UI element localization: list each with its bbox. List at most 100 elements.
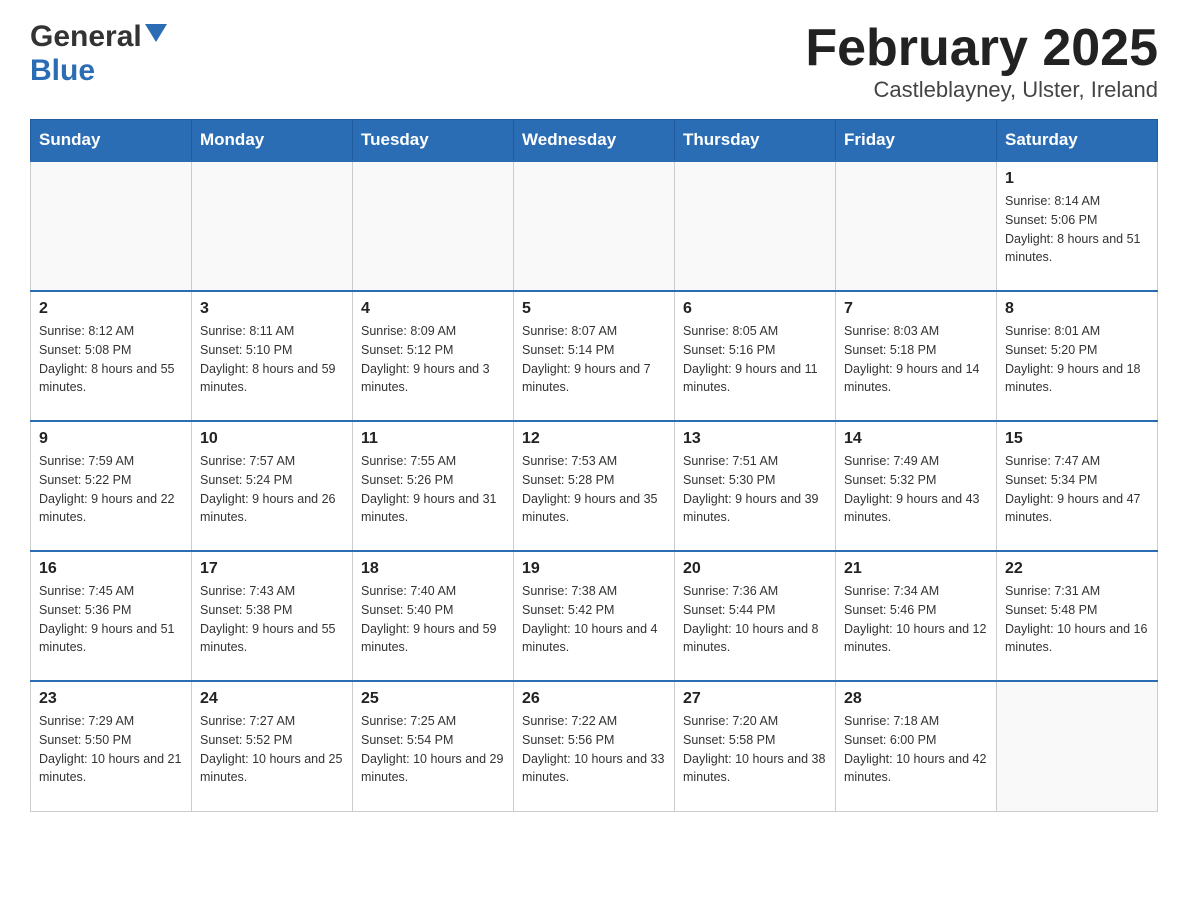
table-row: 28 Sunrise: 7:18 AM Sunset: 6:00 PM Dayli… <box>836 681 997 811</box>
calendar-title-block: February 2025 Castleblayney, Ulster, Ire… <box>805 20 1158 103</box>
logo: General Blue <box>30 20 167 88</box>
day-info: Sunrise: 7:18 AM Sunset: 6:00 PM Dayligh… <box>844 712 988 787</box>
calendar-subtitle: Castleblayney, Ulster, Ireland <box>805 77 1158 103</box>
table-row: 24 Sunrise: 7:27 AM Sunset: 5:52 PM Dayli… <box>192 681 353 811</box>
col-tuesday: Tuesday <box>353 120 514 162</box>
table-row <box>675 161 836 291</box>
day-number: 5 <box>522 300 666 318</box>
table-row: 3 Sunrise: 8:11 AM Sunset: 5:10 PM Daylig… <box>192 291 353 421</box>
table-row: 22 Sunrise: 7:31 AM Sunset: 5:48 PM Dayli… <box>997 551 1158 681</box>
table-row: 21 Sunrise: 7:34 AM Sunset: 5:46 PM Dayli… <box>836 551 997 681</box>
day-info: Sunrise: 7:51 AM Sunset: 5:30 PM Dayligh… <box>683 452 827 527</box>
day-number: 28 <box>844 690 988 708</box>
table-row: 9Sunrise: 7:59 AM Sunset: 5:22 PM Daylig… <box>31 421 192 551</box>
day-number: 16 <box>39 560 183 578</box>
calendar-header-row: Sunday Monday Tuesday Wednesday Thursday… <box>31 120 1158 162</box>
day-info: Sunrise: 7:22 AM Sunset: 5:56 PM Dayligh… <box>522 712 666 787</box>
day-number: 17 <box>200 560 344 578</box>
col-wednesday: Wednesday <box>514 120 675 162</box>
day-info: Sunrise: 8:09 AM Sunset: 5:12 PM Dayligh… <box>361 322 505 397</box>
table-row <box>836 161 997 291</box>
day-number: 10 <box>200 430 344 448</box>
table-row <box>514 161 675 291</box>
day-number: 2 <box>39 300 183 318</box>
page-header: General Blue February 2025 Castleblayney… <box>30 20 1158 103</box>
table-row: 20 Sunrise: 7:36 AM Sunset: 5:44 PM Dayli… <box>675 551 836 681</box>
table-row: 1 Sunrise: 8:14 AM Sunset: 5:06 PM Daylig… <box>997 161 1158 291</box>
day-info: Sunrise: 7:29 AM Sunset: 5:50 PM Dayligh… <box>39 712 183 787</box>
day-info: Sunrise: 8:12 AM Sunset: 5:08 PM Dayligh… <box>39 322 183 397</box>
day-number: 12 <box>522 430 666 448</box>
day-number: 4 <box>361 300 505 318</box>
day-number: 11 <box>361 430 505 448</box>
table-row: 12 Sunrise: 7:53 AM Sunset: 5:28 PM Dayli… <box>514 421 675 551</box>
table-row: 8 Sunrise: 8:01 AM Sunset: 5:20 PM Daylig… <box>997 291 1158 421</box>
logo-arrow-icon <box>145 24 167 47</box>
table-row <box>192 161 353 291</box>
col-friday: Friday <box>836 120 997 162</box>
day-number: 19 <box>522 560 666 578</box>
table-row: 11 Sunrise: 7:55 AM Sunset: 5:26 PM Dayli… <box>353 421 514 551</box>
day-number: 18 <box>361 560 505 578</box>
table-row: 6Sunrise: 8:05 AM Sunset: 5:16 PM Daylig… <box>675 291 836 421</box>
day-number: 20 <box>683 560 827 578</box>
day-number: 25 <box>361 690 505 708</box>
day-info: Sunrise: 7:27 AM Sunset: 5:52 PM Dayligh… <box>200 712 344 787</box>
calendar-title: February 2025 <box>805 20 1158 77</box>
col-saturday: Saturday <box>997 120 1158 162</box>
day-info: Sunrise: 7:45 AM Sunset: 5:36 PM Dayligh… <box>39 582 183 657</box>
table-row: 25 Sunrise: 7:25 AM Sunset: 5:54 PM Dayli… <box>353 681 514 811</box>
logo-blue-text: Blue <box>30 54 95 88</box>
day-number: 3 <box>200 300 344 318</box>
day-number: 8 <box>1005 300 1149 318</box>
day-number: 23 <box>39 690 183 708</box>
table-row: 16 Sunrise: 7:45 AM Sunset: 5:36 PM Dayli… <box>31 551 192 681</box>
table-row: 26Sunrise: 7:22 AM Sunset: 5:56 PM Dayli… <box>514 681 675 811</box>
table-row <box>353 161 514 291</box>
day-info: Sunrise: 7:49 AM Sunset: 5:32 PM Dayligh… <box>844 452 988 527</box>
table-row: 7Sunrise: 8:03 AM Sunset: 5:18 PM Daylig… <box>836 291 997 421</box>
table-row: 15Sunrise: 7:47 AM Sunset: 5:34 PM Dayli… <box>997 421 1158 551</box>
day-info: Sunrise: 7:53 AM Sunset: 5:28 PM Dayligh… <box>522 452 666 527</box>
table-row: 2 Sunrise: 8:12 AM Sunset: 5:08 PM Daylig… <box>31 291 192 421</box>
table-row: 14 Sunrise: 7:49 AM Sunset: 5:32 PM Dayli… <box>836 421 997 551</box>
day-number: 22 <box>1005 560 1149 578</box>
table-row: 19 Sunrise: 7:38 AM Sunset: 5:42 PM Dayli… <box>514 551 675 681</box>
day-info: Sunrise: 8:11 AM Sunset: 5:10 PM Dayligh… <box>200 322 344 397</box>
day-number: 27 <box>683 690 827 708</box>
day-number: 6 <box>683 300 827 318</box>
day-info: Sunrise: 7:38 AM Sunset: 5:42 PM Dayligh… <box>522 582 666 657</box>
day-info: Sunrise: 7:43 AM Sunset: 5:38 PM Dayligh… <box>200 582 344 657</box>
calendar-week-row: 16 Sunrise: 7:45 AM Sunset: 5:36 PM Dayli… <box>31 551 1158 681</box>
day-number: 1 <box>1005 170 1149 188</box>
day-info: Sunrise: 7:34 AM Sunset: 5:46 PM Dayligh… <box>844 582 988 657</box>
table-row: 23 Sunrise: 7:29 AM Sunset: 5:50 PM Dayli… <box>31 681 192 811</box>
day-info: Sunrise: 7:31 AM Sunset: 5:48 PM Dayligh… <box>1005 582 1149 657</box>
day-info: Sunrise: 8:07 AM Sunset: 5:14 PM Dayligh… <box>522 322 666 397</box>
table-row <box>31 161 192 291</box>
table-row: 18Sunrise: 7:40 AM Sunset: 5:40 PM Dayli… <box>353 551 514 681</box>
day-number: 13 <box>683 430 827 448</box>
col-monday: Monday <box>192 120 353 162</box>
table-row: 17 Sunrise: 7:43 AM Sunset: 5:38 PM Dayli… <box>192 551 353 681</box>
table-row: 10 Sunrise: 7:57 AM Sunset: 5:24 PM Dayli… <box>192 421 353 551</box>
day-number: 7 <box>844 300 988 318</box>
day-info: Sunrise: 7:47 AM Sunset: 5:34 PM Dayligh… <box>1005 452 1149 527</box>
calendar-week-row: 23 Sunrise: 7:29 AM Sunset: 5:50 PM Dayli… <box>31 681 1158 811</box>
day-info: Sunrise: 7:25 AM Sunset: 5:54 PM Dayligh… <box>361 712 505 787</box>
day-number: 21 <box>844 560 988 578</box>
table-row: 27Sunrise: 7:20 AM Sunset: 5:58 PM Dayli… <box>675 681 836 811</box>
table-row: 5 Sunrise: 8:07 AM Sunset: 5:14 PM Daylig… <box>514 291 675 421</box>
day-info: Sunrise: 7:57 AM Sunset: 5:24 PM Dayligh… <box>200 452 344 527</box>
table-row: 4 Sunrise: 8:09 AM Sunset: 5:12 PM Daylig… <box>353 291 514 421</box>
col-thursday: Thursday <box>675 120 836 162</box>
calendar-week-row: 2 Sunrise: 8:12 AM Sunset: 5:08 PM Daylig… <box>31 291 1158 421</box>
day-info: Sunrise: 8:01 AM Sunset: 5:20 PM Dayligh… <box>1005 322 1149 397</box>
calendar-week-row: 9Sunrise: 7:59 AM Sunset: 5:22 PM Daylig… <box>31 421 1158 551</box>
day-number: 9 <box>39 430 183 448</box>
day-info: Sunrise: 8:14 AM Sunset: 5:06 PM Dayligh… <box>1005 192 1149 267</box>
day-number: 24 <box>200 690 344 708</box>
day-number: 14 <box>844 430 988 448</box>
day-info: Sunrise: 7:55 AM Sunset: 5:26 PM Dayligh… <box>361 452 505 527</box>
day-info: Sunrise: 7:36 AM Sunset: 5:44 PM Dayligh… <box>683 582 827 657</box>
